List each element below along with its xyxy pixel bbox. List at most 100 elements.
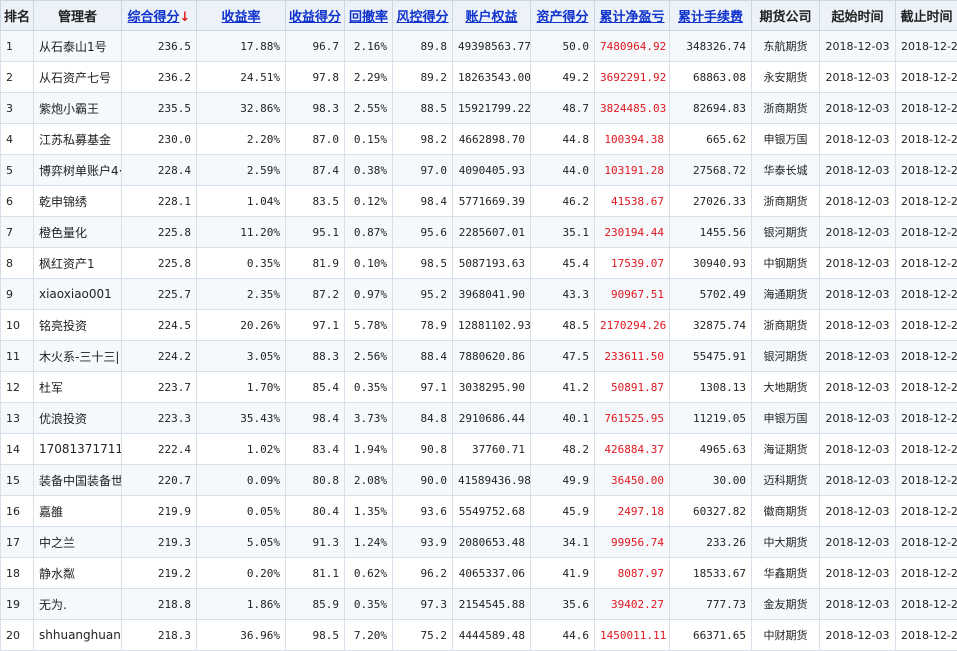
table-row[interactable]: 14 17081371711 222.4 1.02% 83.4 1.94% 90.8 3776… bbox=[0, 433, 957, 465]
cell-manager[interactable]: shhuanghuang bbox=[33, 619, 122, 651]
table-row[interactable]: 20 shhuanghuang 218.3 36.96% 98.5 7.20% 75.2 44… bbox=[0, 619, 957, 651]
cell-manager[interactable]: 静水粼 bbox=[33, 557, 122, 589]
cell-equity: 2080653.48 bbox=[452, 526, 531, 558]
header-rank: 排名 bbox=[0, 0, 34, 31]
cell-return-score: 85.4 bbox=[285, 371, 345, 403]
cell-manager[interactable]: 博弈树单账户4· bbox=[33, 154, 122, 186]
cell-manager[interactable]: xiaoxiao001 bbox=[33, 278, 122, 310]
sort-return-rate-link[interactable]: 收益率 bbox=[221, 10, 260, 25]
cell-rank: 2 bbox=[0, 61, 34, 93]
header-start: 起始时间 bbox=[819, 0, 896, 31]
cell-equity: 3038295.90 bbox=[452, 371, 531, 403]
cell-return-score: 83.5 bbox=[285, 185, 345, 217]
cell-net-profit: 233611.50 bbox=[594, 340, 670, 372]
sort-fees-link[interactable]: 累计手续费 bbox=[678, 10, 743, 25]
cell-asset-score: 48.5 bbox=[530, 309, 595, 341]
cell-risk-score: 90.8 bbox=[392, 433, 453, 465]
sort-equity-link[interactable]: 账户权益 bbox=[465, 10, 517, 25]
cell-manager[interactable]: 紫炮小霸王 bbox=[33, 92, 122, 124]
cell-manager[interactable]: 杜军 bbox=[33, 371, 122, 403]
header-net-profit[interactable]: 累计净盈亏 bbox=[594, 0, 670, 31]
table-row[interactable]: 8 枫红资产1 225.8 0.35% 81.9 0.10% 98.5 5087193.63 4… bbox=[0, 247, 957, 279]
table-row[interactable]: 1 从石泰山1号 236.5 17.88% 96.7 2.16% 89.8 49398563.… bbox=[0, 30, 957, 62]
cell-broker: 徽商期货 bbox=[751, 495, 820, 527]
sort-return-score-link[interactable]: 收益得分 bbox=[289, 10, 341, 25]
cell-fees: 5702.49 bbox=[669, 278, 752, 310]
cell-broker: 银河期货 bbox=[751, 340, 820, 372]
sort-risk-score-link[interactable]: 风控得分 bbox=[396, 10, 448, 25]
table-row[interactable]: 5 博弈树单账户4· 228.4 2.59% 87.4 0.38% 97.0 4090405.… bbox=[0, 154, 957, 186]
cell-risk-score: 89.2 bbox=[392, 61, 453, 93]
cell-risk-score: 98.4 bbox=[392, 185, 453, 217]
cell-equity: 5549752.68 bbox=[452, 495, 531, 527]
cell-return-rate: 20.26% bbox=[196, 309, 286, 341]
table-row[interactable]: 4 江苏私募基金 230.0 2.20% 87.0 0.15% 98.2 4662898.70… bbox=[0, 123, 957, 155]
cell-manager[interactable]: 无为. bbox=[33, 588, 122, 620]
table-row[interactable]: 11 木火系-三十三| 224.2 3.05% 88.3 2.56% 88.4 7880620… bbox=[0, 340, 957, 372]
header-return-rate[interactable]: 收益率 bbox=[196, 0, 286, 31]
header-fees[interactable]: 累计手续费 bbox=[669, 0, 752, 31]
cell-manager[interactable]: 乾申锦绣 bbox=[33, 185, 122, 217]
sort-drawdown-link[interactable]: 回撤率 bbox=[349, 10, 388, 25]
table-row[interactable]: 12 杜军 223.7 1.70% 85.4 0.35% 97.1 3038295.90 41.… bbox=[0, 371, 957, 403]
table-row[interactable]: 3 紫炮小霸王 235.5 32.86% 98.3 2.55% 88.5 15921799.2… bbox=[0, 92, 957, 124]
cell-start-date: 2018-12-03 bbox=[819, 495, 896, 527]
cell-total-score: 236.5 bbox=[121, 30, 197, 62]
table-body: 1 从石泰山1号 236.5 17.88% 96.7 2.16% 89.8 49398563.… bbox=[0, 30, 957, 651]
table-row[interactable]: 2 从石资产七号 236.2 24.51% 97.8 2.29% 89.2 18263543.… bbox=[0, 61, 957, 93]
header-equity[interactable]: 账户权益 bbox=[452, 0, 531, 31]
cell-manager[interactable]: 铭亮投资 bbox=[33, 309, 122, 341]
cell-drawdown: 1.24% bbox=[344, 526, 393, 558]
cell-manager[interactable]: 枫红资产1 bbox=[33, 247, 122, 279]
table-row[interactable]: 10 铭亮投资 224.5 20.26% 97.1 5.78% 78.9 12881102.9… bbox=[0, 309, 957, 341]
cell-start-date: 2018-12-03 bbox=[819, 433, 896, 465]
header-asset-score[interactable]: 资产得分 bbox=[530, 0, 595, 31]
table-row[interactable]: 15 装备中国装备世 220.7 0.09% 80.8 2.08% 90.0 41589436… bbox=[0, 464, 957, 496]
cell-rank: 20 bbox=[0, 619, 34, 651]
header-return-score[interactable]: 收益得分 bbox=[285, 0, 345, 31]
cell-return-rate: 2.59% bbox=[196, 154, 286, 186]
header-drawdown[interactable]: 回撤率 bbox=[344, 0, 393, 31]
cell-start-date: 2018-12-03 bbox=[819, 92, 896, 124]
cell-start-date: 2018-12-03 bbox=[819, 557, 896, 589]
cell-manager[interactable]: 装备中国装备世 bbox=[33, 464, 122, 496]
cell-return-score: 98.4 bbox=[285, 402, 345, 434]
cell-total-score: 222.4 bbox=[121, 433, 197, 465]
table-row[interactable]: 17 中之兰 219.3 5.05% 91.3 1.24% 93.9 2080653.48 34… bbox=[0, 526, 957, 558]
cell-manager[interactable]: 橙色量化 bbox=[33, 216, 122, 248]
table-row[interactable]: 18 静水粼 219.2 0.20% 81.1 0.62% 96.2 4065337.06 41… bbox=[0, 557, 957, 589]
cell-asset-score: 46.2 bbox=[530, 185, 595, 217]
cell-manager[interactable]: 江苏私募基金 bbox=[33, 123, 122, 155]
cell-manager[interactable]: 17081371711 bbox=[33, 433, 122, 465]
table-row[interactable]: 6 乾申锦绣 228.1 1.04% 83.5 0.12% 98.4 5771669.39 46… bbox=[0, 185, 957, 217]
cell-manager[interactable]: 从石资产七号 bbox=[33, 61, 122, 93]
cell-fees: 27026.33 bbox=[669, 185, 752, 217]
cell-fees: 32875.74 bbox=[669, 309, 752, 341]
cell-equity: 4444589.48 bbox=[452, 619, 531, 651]
cell-net-profit: 761525.95 bbox=[594, 402, 670, 434]
table-row[interactable]: 7 橙色量化 225.8 11.20% 95.1 0.87% 95.6 2285607.01 3… bbox=[0, 216, 957, 248]
cell-manager[interactable]: 中之兰 bbox=[33, 526, 122, 558]
cell-return-rate: 24.51% bbox=[196, 61, 286, 93]
cell-manager[interactable]: 嘉雒 bbox=[33, 495, 122, 527]
table-row[interactable]: 19 无为. 218.8 1.86% 85.9 0.35% 97.3 2154545.88 35… bbox=[0, 588, 957, 620]
cell-asset-score: 48.7 bbox=[530, 92, 595, 124]
cell-net-profit: 3692291.92 bbox=[594, 61, 670, 93]
table-row[interactable]: 9 xiaoxiao001 225.7 2.35% 87.2 0.97% 95.2 39680… bbox=[0, 278, 957, 310]
cell-manager[interactable]: 优浪投资 bbox=[33, 402, 122, 434]
table-row[interactable]: 13 优浪投资 223.3 35.43% 98.4 3.73% 84.8 2910686.44… bbox=[0, 402, 957, 434]
sort-asset-score-link[interactable]: 资产得分 bbox=[536, 10, 588, 25]
cell-manager[interactable]: 从石泰山1号 bbox=[33, 30, 122, 62]
table-row[interactable]: 16 嘉雒 219.9 0.05% 80.4 1.35% 93.6 5549752.68 45.… bbox=[0, 495, 957, 527]
cell-manager[interactable]: 木火系-三十三| bbox=[33, 340, 122, 372]
sort-net-profit-link[interactable]: 累计净盈亏 bbox=[599, 10, 664, 25]
cell-asset-score: 43.3 bbox=[530, 278, 595, 310]
cell-equity: 4065337.06 bbox=[452, 557, 531, 589]
cell-end-date: 2018-12-20 bbox=[895, 30, 957, 62]
cell-risk-score: 98.2 bbox=[392, 123, 453, 155]
cell-end-date: 2018-12-20 bbox=[895, 309, 957, 341]
cell-equity: 49398563.77 bbox=[452, 30, 531, 62]
header-risk-score[interactable]: 风控得分 bbox=[392, 0, 453, 31]
sort-total-score-link[interactable]: 综合得分 bbox=[128, 10, 180, 25]
header-total-score[interactable]: 综合得分↓ bbox=[121, 0, 197, 31]
